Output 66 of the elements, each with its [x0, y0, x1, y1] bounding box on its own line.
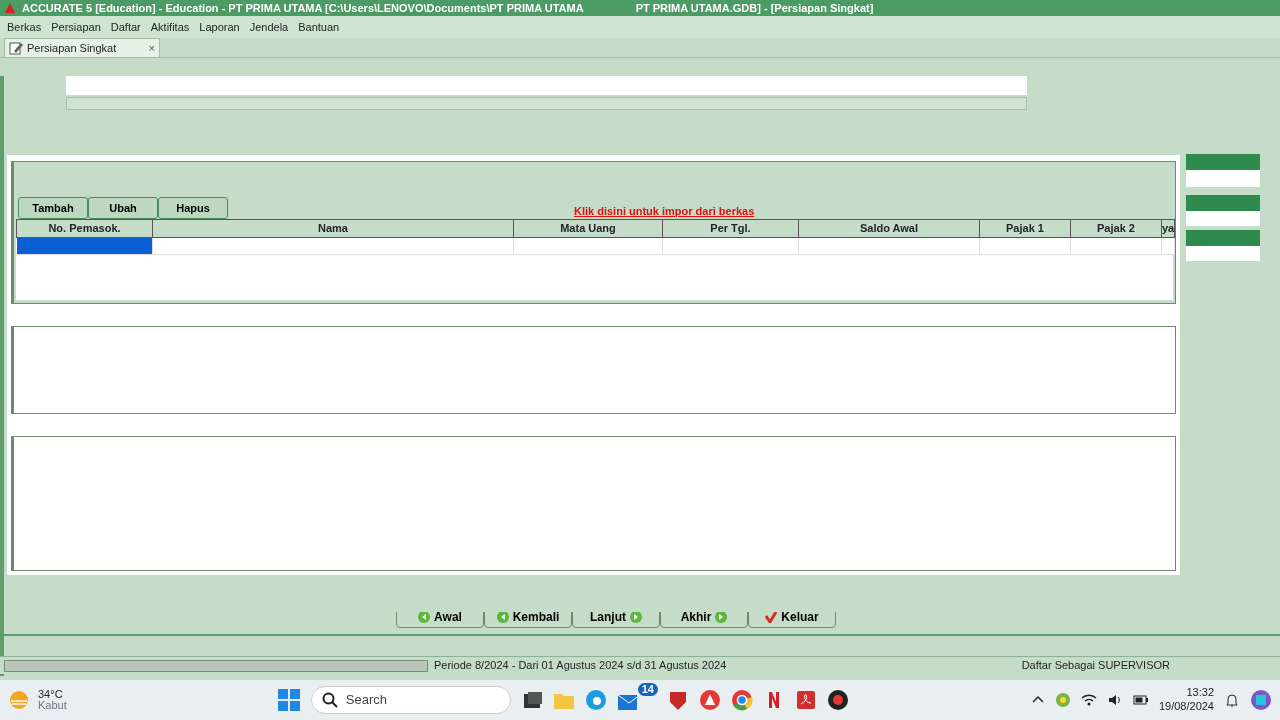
nav-button[interactable]: Akhir: [660, 612, 748, 628]
toolbar-button[interactable]: Ubah: [88, 197, 158, 219]
weather-text: Kabut: [38, 700, 67, 711]
table-cell[interactable]: [152, 237, 514, 254]
arrow-right-icon: [630, 612, 642, 623]
menu-item[interactable]: Jendela: [249, 18, 289, 36]
status-text: Daftar Sebagai SUPERVISOR: [1021, 658, 1170, 674]
sun-icon: [8, 689, 30, 711]
table-cell[interactable]: [798, 237, 980, 254]
menu-item[interactable]: Bantuan: [298, 18, 340, 36]
notification-badge: 14: [637, 683, 658, 696]
menu-item[interactable]: Berkas: [7, 18, 42, 36]
column-header[interactable]: No. Pemasok.: [16, 219, 153, 237]
search-icon: [321, 692, 338, 708]
window-title: ACCURATE 5 [Education] - Education - PT PRIMA UTAMA [C:\Users\LENOVO\Documents\PT PRIMA UTAMA: [22, 0, 584, 16]
arrow-right-icon: [715, 612, 728, 623]
chrome-icon[interactable]: [730, 689, 753, 711]
column-header[interactable]: Pajak 2: [1070, 219, 1162, 237]
nav-button[interactable]: Keluar: [748, 612, 836, 628]
arrow-left-icon: [496, 612, 509, 623]
arrow-left-icon: [418, 612, 431, 623]
bell-icon[interactable]: [1224, 692, 1240, 708]
search-placeholder: Search: [345, 691, 387, 710]
checkmark-icon: [765, 612, 778, 623]
battery-icon[interactable]: [1132, 692, 1149, 708]
search-field[interactable]: Search: [310, 686, 511, 714]
speaker-icon[interactable]: [1106, 692, 1123, 708]
time-text: 13:32: [1185, 686, 1214, 700]
close-button[interactable]: ×: [148, 39, 155, 57]
table-cell[interactable]: [1070, 237, 1162, 254]
column-header[interactable]: Nama: [152, 219, 514, 237]
shield-check-icon[interactable]: [1054, 692, 1071, 708]
menu-item[interactable]: Daftar: [110, 18, 141, 36]
pencil-icon: [9, 41, 23, 55]
column-header[interactable]: Per Tgl.: [662, 219, 799, 237]
column-header[interactable]: Saldo Awal: [798, 219, 980, 237]
table-cell[interactable]: [513, 237, 663, 254]
window-title: PT PRIMA UTAMA.GDB] - [Persiapan Singkat]: [635, 0, 874, 16]
toolbar-button[interactable]: Hapus: [158, 197, 228, 219]
status-text: Periode 8/2024 - Dari 01 Agustus 2024 s/d 31 Agustus 2024: [434, 658, 727, 674]
nav-button[interactable]: Kembali: [484, 612, 572, 628]
table-cell[interactable]: [1161, 237, 1175, 254]
menu-item[interactable]: Laporan: [199, 18, 240, 36]
tab-label: Persiapan Singkat: [27, 40, 117, 56]
menu-item[interactable]: Persiapan: [51, 18, 101, 36]
nav-button[interactable]: Awal: [396, 612, 484, 628]
column-header[interactable]: Mata Uang: [513, 219, 663, 237]
input-field[interactable]: [66, 97, 1027, 110]
app-icon: [4, 2, 16, 14]
date-text: 19/08/2024: [1158, 700, 1214, 714]
wifi-icon[interactable]: [1080, 692, 1097, 708]
table-cell[interactable]: [662, 237, 799, 254]
browser-icon[interactable]: [584, 689, 607, 711]
input-field[interactable]: [66, 76, 1027, 95]
assistant-icon[interactable]: [1250, 689, 1272, 711]
record-icon[interactable]: [826, 689, 849, 711]
pdf-icon[interactable]: [794, 689, 817, 711]
column-header[interactable]: Pajak 1: [979, 219, 1071, 237]
windows-icon[interactable]: [276, 688, 301, 712]
nav-button[interactable]: Lanjut: [572, 612, 660, 628]
clock[interactable]: 13:32 19/08/2024: [1158, 686, 1214, 714]
document-tab[interactable]: Persiapan Singkat ×: [4, 38, 160, 57]
toolbar-button[interactable]: Tambah: [18, 197, 88, 219]
menu-item[interactable]: Aktifitas: [150, 18, 190, 36]
table-cell[interactable]: [979, 237, 1071, 254]
temperature: 34°C: [38, 689, 64, 700]
